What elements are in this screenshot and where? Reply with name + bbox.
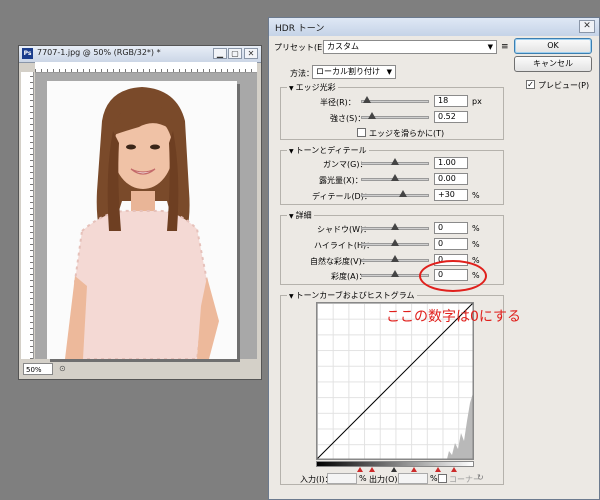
- tone-curve-line: [317, 303, 473, 459]
- detail-field[interactable]: +30: [434, 189, 468, 201]
- status-info-icon[interactable]: ⊙: [59, 364, 66, 373]
- output-percent: %: [430, 474, 438, 483]
- shadow-field[interactable]: 0: [434, 222, 468, 234]
- vibrance-slider[interactable]: [361, 255, 429, 262]
- highlight-unit: %: [472, 240, 480, 249]
- tone-curve-title[interactable]: ▼ トーンカーブおよびヒストグラム: [287, 290, 417, 301]
- input-percent: %: [359, 474, 367, 483]
- detail-slider[interactable]: [361, 190, 429, 197]
- vertical-ruler: [21, 72, 34, 359]
- zoom-level-field[interactable]: 50%: [23, 363, 53, 375]
- document-title: 7707-1.jpg @ 50% (RGB/32*) *: [37, 48, 161, 57]
- chevron-down-icon: ▼: [386, 68, 392, 76]
- horizontal-ruler: [35, 62, 257, 73]
- curve-plot: [317, 303, 473, 459]
- shadow-slider[interactable]: [361, 223, 429, 230]
- portrait-photo: [47, 81, 237, 359]
- gamma-slider[interactable]: [361, 158, 429, 165]
- corner-checkbox[interactable]: [438, 474, 447, 483]
- minimize-button[interactable]: ▁: [213, 48, 227, 59]
- document-status-bar: 50% ⊙: [21, 363, 257, 377]
- tone-detail-title[interactable]: ▼ トーンとディテール: [287, 145, 369, 156]
- histogram: [447, 393, 473, 459]
- strength-slider[interactable]: [361, 112, 429, 119]
- document-titlebar[interactable]: Ps 7707-1.jpg @ 50% (RGB/32*) * ▁ ▢ ✕: [19, 46, 261, 63]
- preview-checkbox[interactable]: ✓: [526, 80, 535, 89]
- dialog-close-button[interactable]: ✕: [579, 20, 595, 33]
- ok-button[interactable]: OK: [514, 38, 592, 54]
- smooth-edges-label: エッジを滑らかに(T): [369, 129, 445, 138]
- dialog-title: HDR トーン: [275, 24, 325, 34]
- preset-menu-icon[interactable]: ≡: [501, 42, 509, 52]
- reset-curve-icon[interactable]: ↻: [477, 473, 484, 482]
- radius-unit: px: [472, 97, 482, 106]
- radius-slider[interactable]: [361, 96, 429, 103]
- exposure-slider[interactable]: [361, 174, 429, 181]
- portrait-illustration: [47, 81, 237, 359]
- strength-field[interactable]: 0.52: [434, 111, 468, 123]
- cancel-button[interactable]: キャンセル: [514, 56, 592, 72]
- close-document-button[interactable]: ✕: [244, 48, 258, 59]
- advanced-title[interactable]: ▼ 詳細: [287, 210, 314, 221]
- preset-select[interactable]: カスタム ▼: [323, 40, 497, 54]
- radius-label: 半径(R)：: [320, 98, 356, 107]
- method-value: ローカル割り付け: [316, 67, 380, 76]
- preview-label: プレビュー(P): [538, 81, 590, 90]
- shadow-unit: %: [472, 224, 480, 233]
- method-label: 方法：: [290, 69, 314, 78]
- radius-field[interactable]: 18: [434, 95, 468, 107]
- highlight-ellipse: [419, 260, 487, 292]
- dialog-titlebar[interactable]: HDR トーン ✕: [269, 18, 599, 36]
- exposure-label: 露光量(X)：: [319, 176, 363, 185]
- exposure-field[interactable]: 0.00: [434, 173, 468, 185]
- highlight-field[interactable]: 0: [434, 238, 468, 250]
- annotation-text: ここの数字は0にする: [386, 309, 522, 325]
- preset-value: カスタム: [327, 42, 359, 51]
- document-window: Ps 7707-1.jpg @ 50% (RGB/32*) * ▁ ▢ ✕ 50…: [18, 45, 262, 380]
- smooth-edges-checkbox[interactable]: [357, 128, 366, 137]
- method-select[interactable]: ローカル割り付け ▼: [312, 65, 396, 79]
- output-field[interactable]: [398, 473, 428, 484]
- photoshop-icon: Ps: [22, 48, 33, 59]
- edge-glow-title[interactable]: ▼ エッジ光彩: [287, 82, 338, 93]
- input-field[interactable]: [327, 473, 357, 484]
- gamma-field[interactable]: 1.00: [434, 157, 468, 169]
- canvas-area[interactable]: [35, 73, 257, 359]
- detail-unit: %: [472, 191, 480, 200]
- maximize-button[interactable]: ▢: [228, 48, 242, 59]
- highlight-slider[interactable]: [361, 239, 429, 246]
- chevron-down-icon: ▼: [487, 43, 493, 51]
